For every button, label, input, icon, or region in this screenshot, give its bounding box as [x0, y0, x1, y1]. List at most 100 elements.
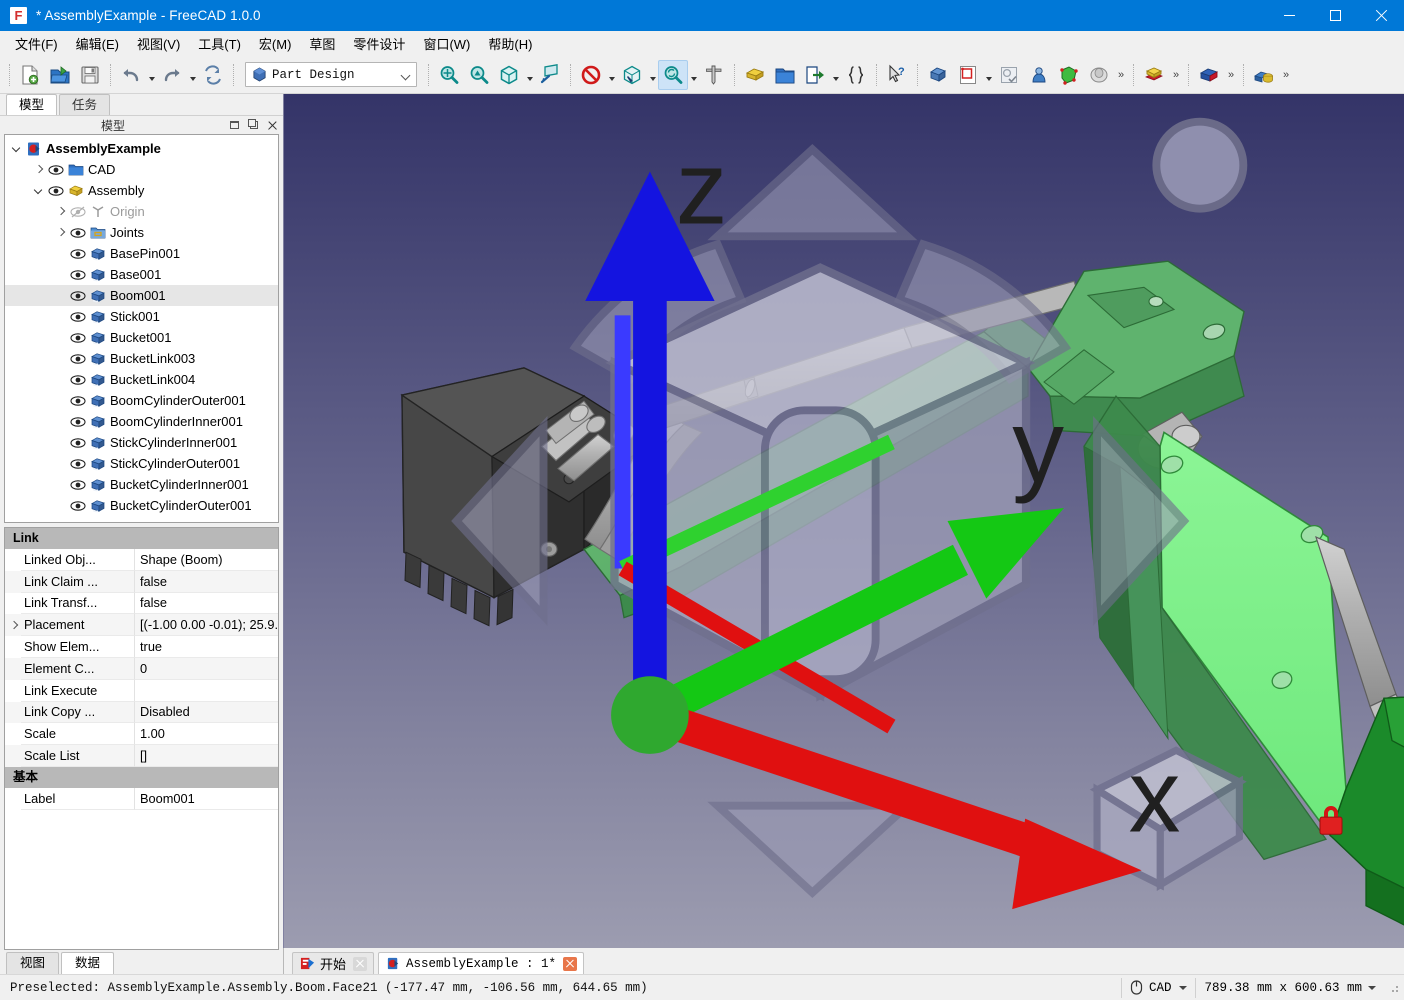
- axonometric-view-button[interactable]: [494, 60, 524, 90]
- create-part-button[interactable]: [740, 60, 770, 90]
- tree-item-stickcylinderinner001[interactable]: StickCylinderInner001: [5, 432, 278, 453]
- map-sketch-button[interactable]: [1084, 60, 1114, 90]
- validate-sketch-button[interactable]: [1054, 60, 1084, 90]
- eye-icon[interactable]: [68, 288, 88, 304]
- workbench-selector[interactable]: Part Design: [245, 62, 417, 87]
- eye-icon[interactable]: [68, 351, 88, 367]
- toolbar-overflow-4[interactable]: »: [1279, 60, 1293, 90]
- toolbar-overflow-3[interactable]: »: [1224, 60, 1238, 90]
- property-row[interactable]: Show Elem... true: [5, 636, 278, 658]
- dock-close-button[interactable]: [264, 117, 281, 134]
- draw-style-dropdown-arrow[interactable]: [606, 60, 617, 90]
- chevron-down-icon[interactable]: [1179, 985, 1188, 990]
- menu-window[interactable]: 窗口(W): [414, 31, 479, 56]
- navigation-style-selector[interactable]: CAD: [1120, 977, 1196, 998]
- tree-item-cad[interactable]: CAD: [5, 159, 278, 180]
- expression-button[interactable]: [841, 60, 871, 90]
- axonometric-dropdown-arrow[interactable]: [524, 60, 535, 90]
- tree-item-bucketcylinderouter001[interactable]: BucketCylinderOuter001: [5, 495, 278, 516]
- doc-tab-assemblyexample[interactable]: AssemblyExample : 1*: [378, 952, 585, 974]
- tree-item-bucketlink004[interactable]: BucketLink004: [5, 369, 278, 390]
- property-value[interactable]: [134, 679, 278, 702]
- property-row[interactable]: Placement [(-1.00 0.00 -0.01); 25.9...: [5, 614, 278, 637]
- attachment-button[interactable]: [1024, 60, 1054, 90]
- property-value[interactable]: 0: [134, 657, 278, 680]
- eye-icon[interactable]: [68, 477, 88, 493]
- viewport-dimensions[interactable]: 789.38 mm x 600.63 mm: [1195, 977, 1384, 998]
- property-value[interactable]: []: [134, 745, 278, 767]
- chevron-down-icon[interactable]: [31, 187, 46, 194]
- open-document-button[interactable]: [45, 60, 75, 90]
- property-row[interactable]: Link Execute: [5, 679, 278, 702]
- eye-hidden-icon[interactable]: [68, 204, 88, 220]
- menu-partdesign[interactable]: 零件设计: [344, 31, 414, 56]
- minimize-button[interactable]: [1266, 0, 1312, 31]
- menu-file[interactable]: 文件(F): [6, 31, 67, 56]
- tree-item-assembly[interactable]: Assembly: [5, 180, 278, 201]
- tree-item-joints[interactable]: Joints: [5, 222, 278, 243]
- zoom-select-dropdown-arrow[interactable]: [688, 60, 699, 90]
- tree-item-bucketcylinderinner001[interactable]: BucketCylinderInner001: [5, 474, 278, 495]
- fit-selection-button[interactable]: [464, 60, 494, 90]
- boolean-button[interactable]: [1249, 60, 1279, 90]
- tree-item-bucketlink003[interactable]: BucketLink003: [5, 348, 278, 369]
- eye-icon[interactable]: [68, 225, 88, 241]
- tree-item-boomcylinderouter001[interactable]: BoomCylinderOuter001: [5, 390, 278, 411]
- pocket-button[interactable]: [1194, 60, 1224, 90]
- zoom-select-button[interactable]: [658, 59, 688, 90]
- menu-sketch[interactable]: 草图: [300, 31, 344, 56]
- tree-item-assemblyexample[interactable]: AssemblyExample: [5, 138, 278, 159]
- eye-icon[interactable]: [68, 498, 88, 514]
- chevron-right-icon[interactable]: [53, 229, 68, 236]
- measure-button[interactable]: [699, 60, 729, 90]
- pad-button[interactable]: [1139, 60, 1169, 90]
- eye-icon[interactable]: [68, 309, 88, 325]
- property-row[interactable]: Link Claim ... false: [5, 570, 278, 593]
- menu-edit[interactable]: 编辑(E): [67, 31, 128, 56]
- chevron-down-icon[interactable]: [1368, 985, 1376, 990]
- menu-view[interactable]: 视图(V): [128, 31, 189, 56]
- property-row[interactable]: Element C... 0: [5, 657, 278, 680]
- menu-tools[interactable]: 工具(T): [189, 31, 250, 56]
- maximize-button[interactable]: [1312, 0, 1358, 31]
- 3d-viewport[interactable]: z y x: [283, 94, 1404, 948]
- property-value[interactable]: true: [134, 636, 278, 658]
- doc-tab-start[interactable]: 开始: [292, 952, 375, 974]
- redo-button[interactable]: [157, 60, 187, 90]
- chevron-right-icon[interactable]: [53, 208, 68, 215]
- make-link-button[interactable]: [800, 60, 830, 90]
- property-row[interactable]: Scale List[]: [5, 745, 278, 767]
- tree-item-boom001[interactable]: Boom001: [5, 285, 278, 306]
- dock-float-button[interactable]: [245, 117, 262, 134]
- property-value[interactable]: false: [134, 592, 278, 615]
- property-value[interactable]: 1.00: [134, 723, 278, 746]
- tree-item-origin[interactable]: Origin: [5, 201, 278, 222]
- tab-data-properties[interactable]: 数据: [61, 952, 115, 974]
- eye-icon[interactable]: [46, 162, 66, 178]
- tab-view-properties[interactable]: 视图: [6, 952, 60, 974]
- resize-grip[interactable]: [1388, 982, 1400, 994]
- create-body-button[interactable]: [923, 60, 953, 90]
- property-editor[interactable]: Link Linked Obj... Shape (Boom) Link Claim …: [4, 527, 279, 950]
- view-section-button[interactable]: [535, 60, 565, 90]
- edit-sketch-button[interactable]: [994, 60, 1024, 90]
- save-document-button[interactable]: [75, 60, 105, 90]
- eye-icon[interactable]: [68, 372, 88, 388]
- draw-style-button[interactable]: [576, 60, 606, 90]
- fit-all-button[interactable]: [434, 60, 464, 90]
- property-row[interactable]: Scale 1.00: [5, 723, 278, 746]
- eye-icon[interactable]: [46, 183, 66, 199]
- tree-item-boomcylinderinner001[interactable]: BoomCylinderInner001: [5, 411, 278, 432]
- eye-icon[interactable]: [68, 246, 88, 262]
- create-sketch-button[interactable]: [953, 60, 983, 90]
- eye-icon[interactable]: [68, 393, 88, 409]
- chevron-down-icon[interactable]: [9, 145, 24, 152]
- create-group-button[interactable]: [770, 60, 800, 90]
- whats-this-button[interactable]: ?: [882, 60, 912, 90]
- chevron-right-icon[interactable]: [5, 614, 21, 636]
- property-value[interactable]: [(-1.00 0.00 -0.01); 25.9...: [134, 614, 278, 637]
- property-row[interactable]: Link Transf... false: [5, 592, 278, 615]
- eye-icon[interactable]: [68, 330, 88, 346]
- property-row[interactable]: Label Boom001: [5, 787, 278, 810]
- menu-macro[interactable]: 宏(M): [250, 31, 301, 56]
